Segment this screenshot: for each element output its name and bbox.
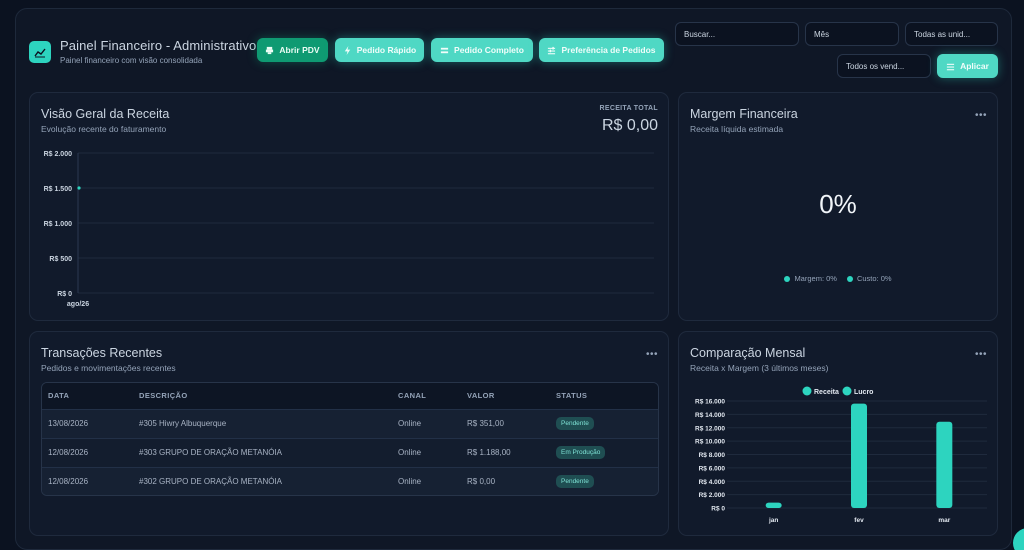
comparison-subtitle: Receita x Margem (3 últimos meses)	[690, 363, 829, 373]
y-tick-label: R$ 500	[49, 256, 72, 263]
sellers-select[interactable]: Todos os vend...	[837, 54, 931, 78]
list-icon	[440, 47, 449, 53]
printer-icon	[266, 46, 274, 54]
legend-dot-cost	[846, 275, 853, 282]
column-description: DESCRIÇÃO	[139, 391, 188, 401]
table-row[interactable]: 12/08/2026 #303 GRUPO DE ORAÇÃO METANÓIA…	[42, 438, 658, 467]
transactions-title: Transações Recentes	[41, 346, 163, 360]
column-status: STATUS	[556, 391, 588, 401]
data-point	[77, 186, 81, 190]
brand: Painel Financeiro - Administrativo Paine…	[29, 38, 256, 65]
margin-panel: Margem Financeira Receita líquida estima…	[678, 92, 998, 321]
more-options-icon[interactable]: •••	[975, 111, 987, 121]
table-header: DATA DESCRIÇÃO CANAL VALOR STATUS	[42, 383, 658, 409]
y-tick-label: R$ 16.000	[695, 399, 725, 406]
revenue-line-chart: R$ 0 R$ 500 R$ 1.000 R$ 1.500 R$ 2.000 ago/26	[44, 151, 654, 308]
bar-receita	[765, 502, 782, 508]
full-order-button[interactable]: Pedido Completo	[431, 38, 533, 62]
legend-label: Receita	[814, 389, 839, 396]
page-subtitle: Painel financeiro com visão consolidada	[60, 56, 203, 65]
comparison-title: Comparação Mensal	[690, 346, 806, 360]
revenue-kpi-label: RECEITA TOTAL	[599, 105, 658, 112]
margin-title: Margem Financeira	[690, 107, 798, 121]
bar-receita	[936, 421, 953, 508]
legend-label: Lucro	[854, 389, 873, 396]
legend-cost: Custo: 0%	[846, 274, 892, 283]
status-badge: Pendente	[556, 417, 594, 430]
units-select[interactable]: Todas as unid...	[905, 22, 998, 46]
apply-filters-button[interactable]: Aplicar	[937, 54, 998, 78]
column-date: DATA	[48, 391, 70, 401]
table-row[interactable]: 12/08/2026 #302 GRUPO DE ORAÇÃO METANÓIA…	[42, 467, 658, 495]
comparison-bar-chart: Receita Lucro R$ 0 R$ 2.000 R$ 4.000 R$ 6.000…	[695, 386, 987, 524]
filter-sliders-icon	[946, 63, 955, 70]
open-pdv-button[interactable]: Abrir PDV	[257, 38, 328, 62]
transactions-subtitle: Pedidos e movimentações recentes	[41, 363, 176, 373]
legend-swatch	[842, 386, 852, 396]
bolt-icon	[344, 45, 350, 55]
column-value: VALOR	[467, 391, 495, 401]
status-badge: Em Produção	[556, 446, 606, 459]
revenue-title: Visão Geral da Receita	[41, 107, 170, 121]
bar-receita	[851, 403, 867, 508]
more-options-icon[interactable]: •••	[646, 350, 658, 360]
revenue-panel: Visão Geral da Receita Evolução recente …	[29, 92, 669, 321]
legend-swatch	[802, 386, 812, 396]
legend-margin: Margem: 0%	[784, 274, 837, 283]
legend-dot-margin	[784, 275, 791, 282]
x-tick-label: jan	[768, 517, 778, 524]
x-tick-label: fev	[854, 517, 864, 524]
y-tick-label: R$ 12.000	[695, 425, 725, 432]
y-tick-label: R$ 0	[711, 506, 725, 513]
y-tick-label: R$ 2.000	[699, 492, 726, 499]
more-options-icon[interactable]: •••	[975, 350, 987, 360]
x-tick-label: ago/26	[67, 301, 89, 308]
margin-value: 0%	[819, 189, 857, 219]
y-tick-label: R$ 0	[57, 291, 72, 298]
y-tick-label: R$ 4.000	[699, 479, 726, 486]
order-preferences-button[interactable]: Preferência de Pedidos	[539, 38, 664, 62]
margin-legend: Margem: 0% Custo: 0%	[679, 274, 997, 283]
y-tick-label: R$ 8.000	[699, 452, 726, 459]
comparison-panel: Comparação Mensal Receita x Margem (3 úl…	[678, 331, 998, 536]
revenue-subtitle: Evolução recente do faturamento	[41, 124, 167, 134]
y-tick-label: R$ 10.000	[695, 439, 725, 446]
month-select[interactable]: Mês	[805, 22, 899, 46]
chart-line-icon	[29, 40, 51, 63]
column-channel: CANAL	[398, 391, 427, 401]
y-tick-label: R$ 1.000	[44, 221, 73, 228]
quick-order-button[interactable]: Pedido Rápido	[335, 38, 424, 62]
transactions-panel: Transações Recentes Pedidos e movimentaç…	[29, 331, 669, 536]
y-tick-label: R$ 2.000	[44, 151, 73, 158]
table-row[interactable]: 13/08/2026 #305 Hiwry Albuquerque Online…	[42, 409, 658, 438]
y-tick-label: R$ 14.000	[695, 412, 725, 419]
search-input[interactable]	[675, 22, 799, 46]
transactions-table: DATA DESCRIÇÃO CANAL VALOR STATUS 13/08/…	[41, 382, 659, 496]
sliders-icon	[548, 46, 556, 54]
x-tick-label: mar	[938, 517, 950, 524]
floating-action-button[interactable]	[1013, 528, 1024, 550]
revenue-kpi-value: R$ 0,00	[601, 117, 658, 134]
margin-subtitle: Receita líquida estimada	[690, 124, 784, 134]
page-title: Painel Financeiro - Administrativo	[60, 38, 257, 53]
status-badge: Pendente	[556, 475, 594, 489]
y-tick-label: R$ 6.000	[699, 465, 726, 472]
y-tick-label: R$ 1.500	[44, 186, 73, 193]
